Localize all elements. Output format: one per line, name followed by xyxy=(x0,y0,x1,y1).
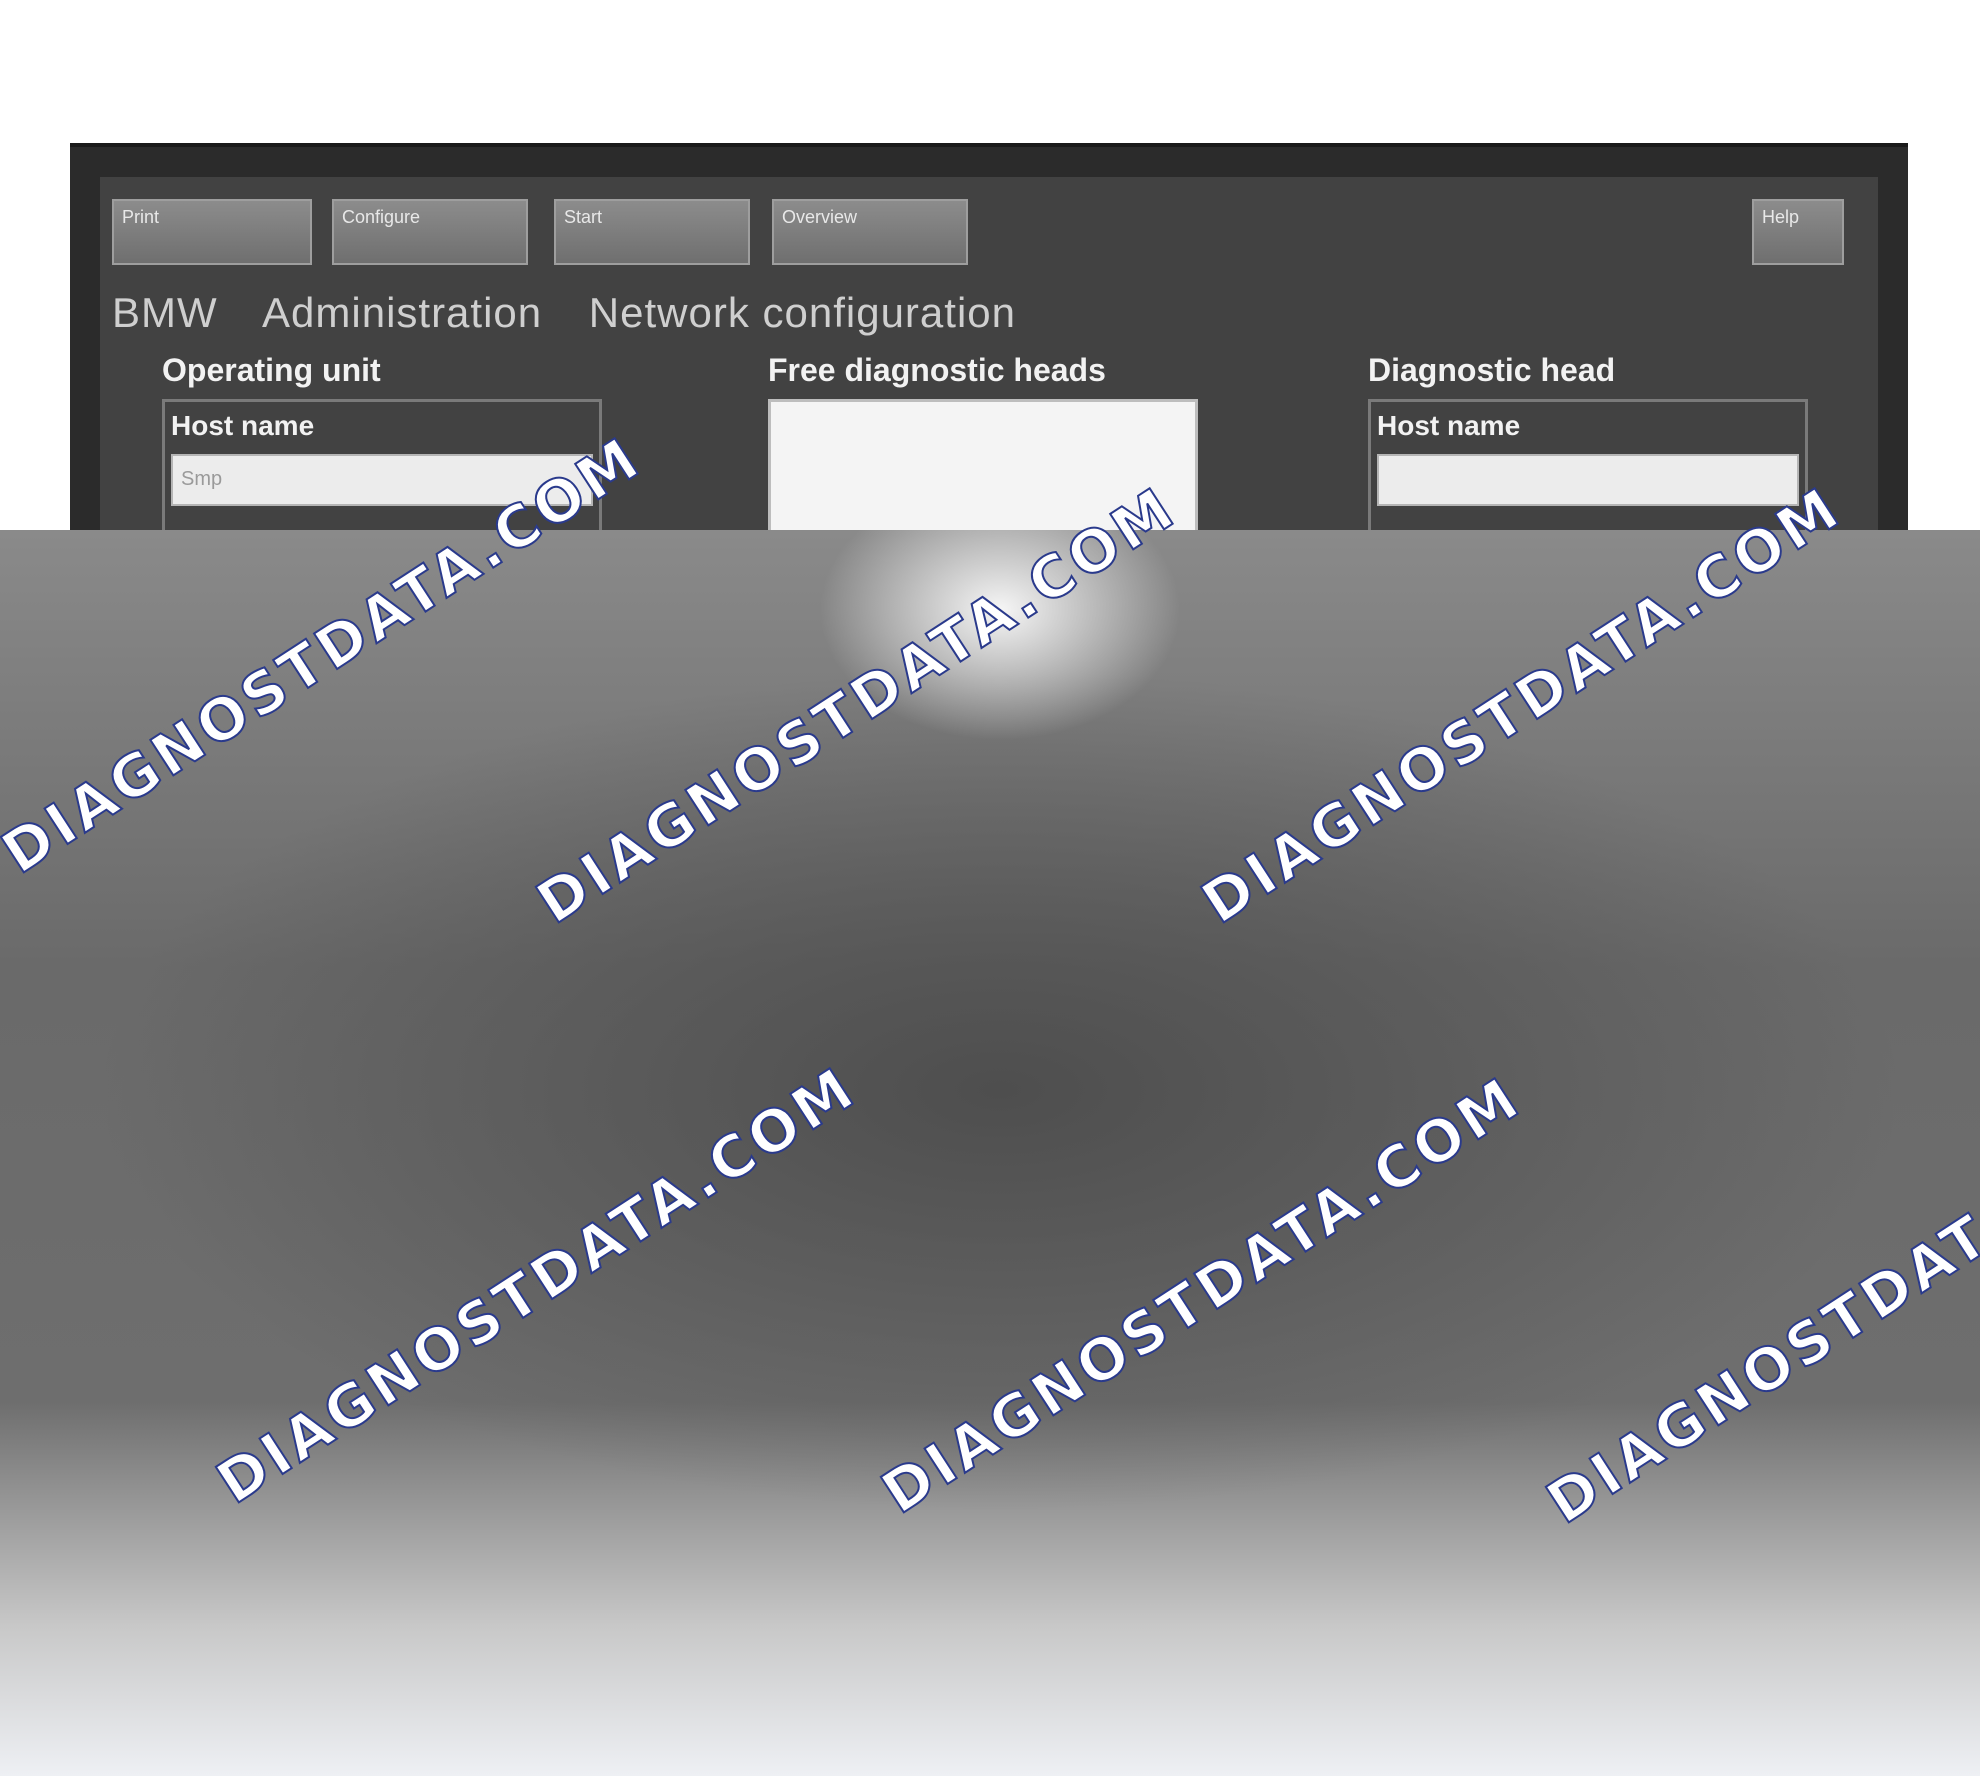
free-diagnostic-heads-label: Free diagnostic heads xyxy=(768,352,1106,388)
monitor-frame: Print Configure Start Overview Help BMW … xyxy=(70,143,1908,589)
start-button[interactable]: Start xyxy=(554,199,750,265)
help-button[interactable]: Help xyxy=(1752,199,1844,265)
page-title: BMW Administration Network configuration xyxy=(112,289,1050,337)
operating-unit-label: Operating unit xyxy=(162,352,381,388)
breadcrumb-section: Administration xyxy=(262,289,543,336)
overview-button[interactable]: Overview xyxy=(772,199,968,265)
application-screen: Print Configure Start Overview Help BMW … xyxy=(100,177,1878,589)
host-name-label: Host name xyxy=(1377,410,1521,441)
diagnostic-head-label: Diagnostic head xyxy=(1368,352,1616,388)
diagnostic-head-host-name-field[interactable] xyxy=(1377,454,1799,506)
brand-label: BMW xyxy=(112,289,218,336)
host-name-label: Host name xyxy=(171,410,315,441)
blurred-content-area xyxy=(0,530,1980,1776)
configure-button[interactable]: Configure xyxy=(332,199,528,265)
print-button[interactable]: Print xyxy=(112,199,312,265)
breadcrumb-page: Network configuration xyxy=(588,289,1016,336)
